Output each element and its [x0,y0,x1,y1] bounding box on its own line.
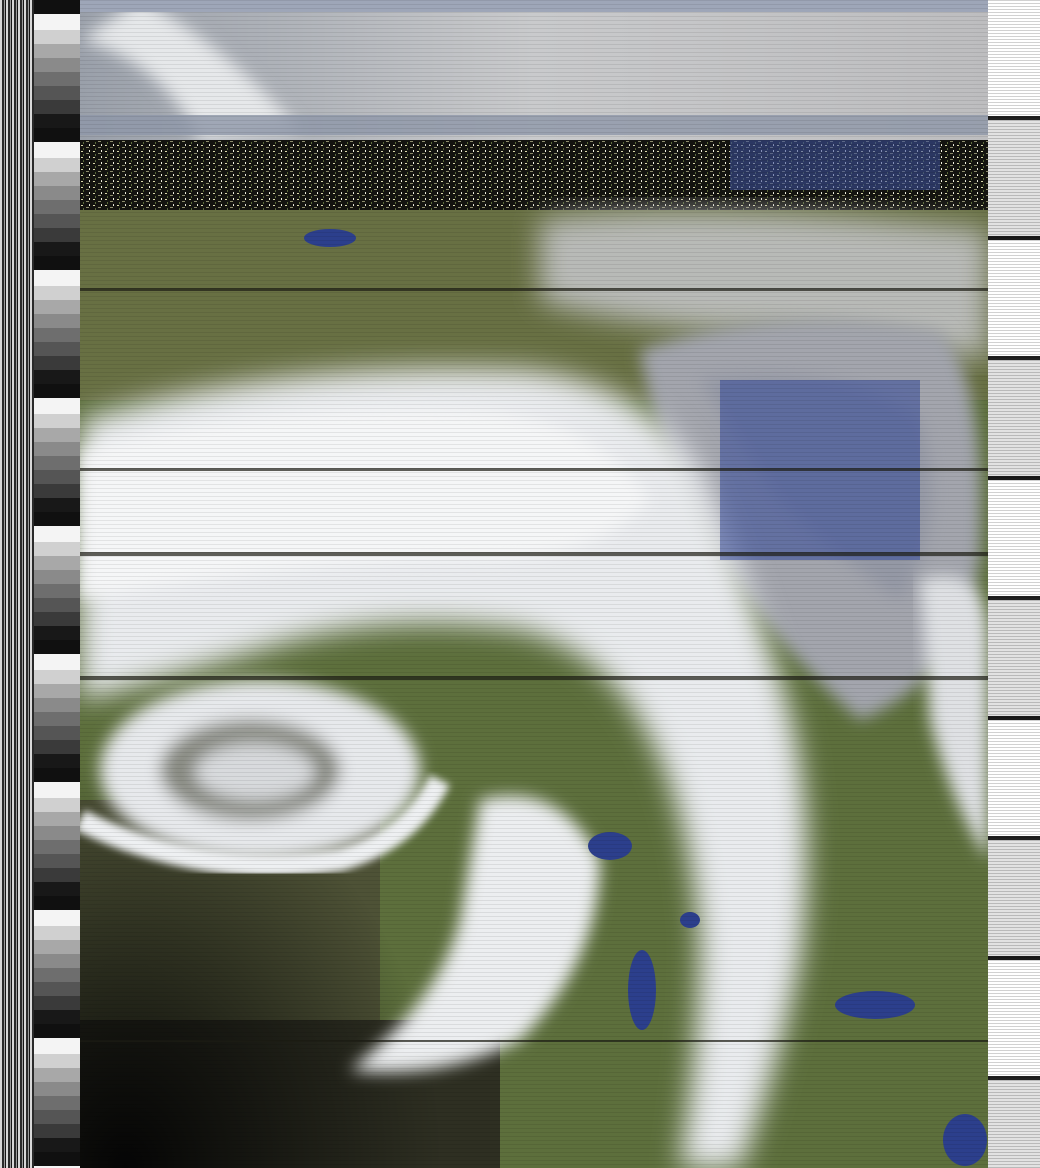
satellite-image-frame [0,0,1040,1168]
satellite-imagery [80,0,988,1168]
sync-strip-a [0,0,34,1168]
telemetry-wedges-a [34,0,80,1168]
image-channel [80,0,988,1168]
telemetry-wedges-b [988,0,1040,1168]
